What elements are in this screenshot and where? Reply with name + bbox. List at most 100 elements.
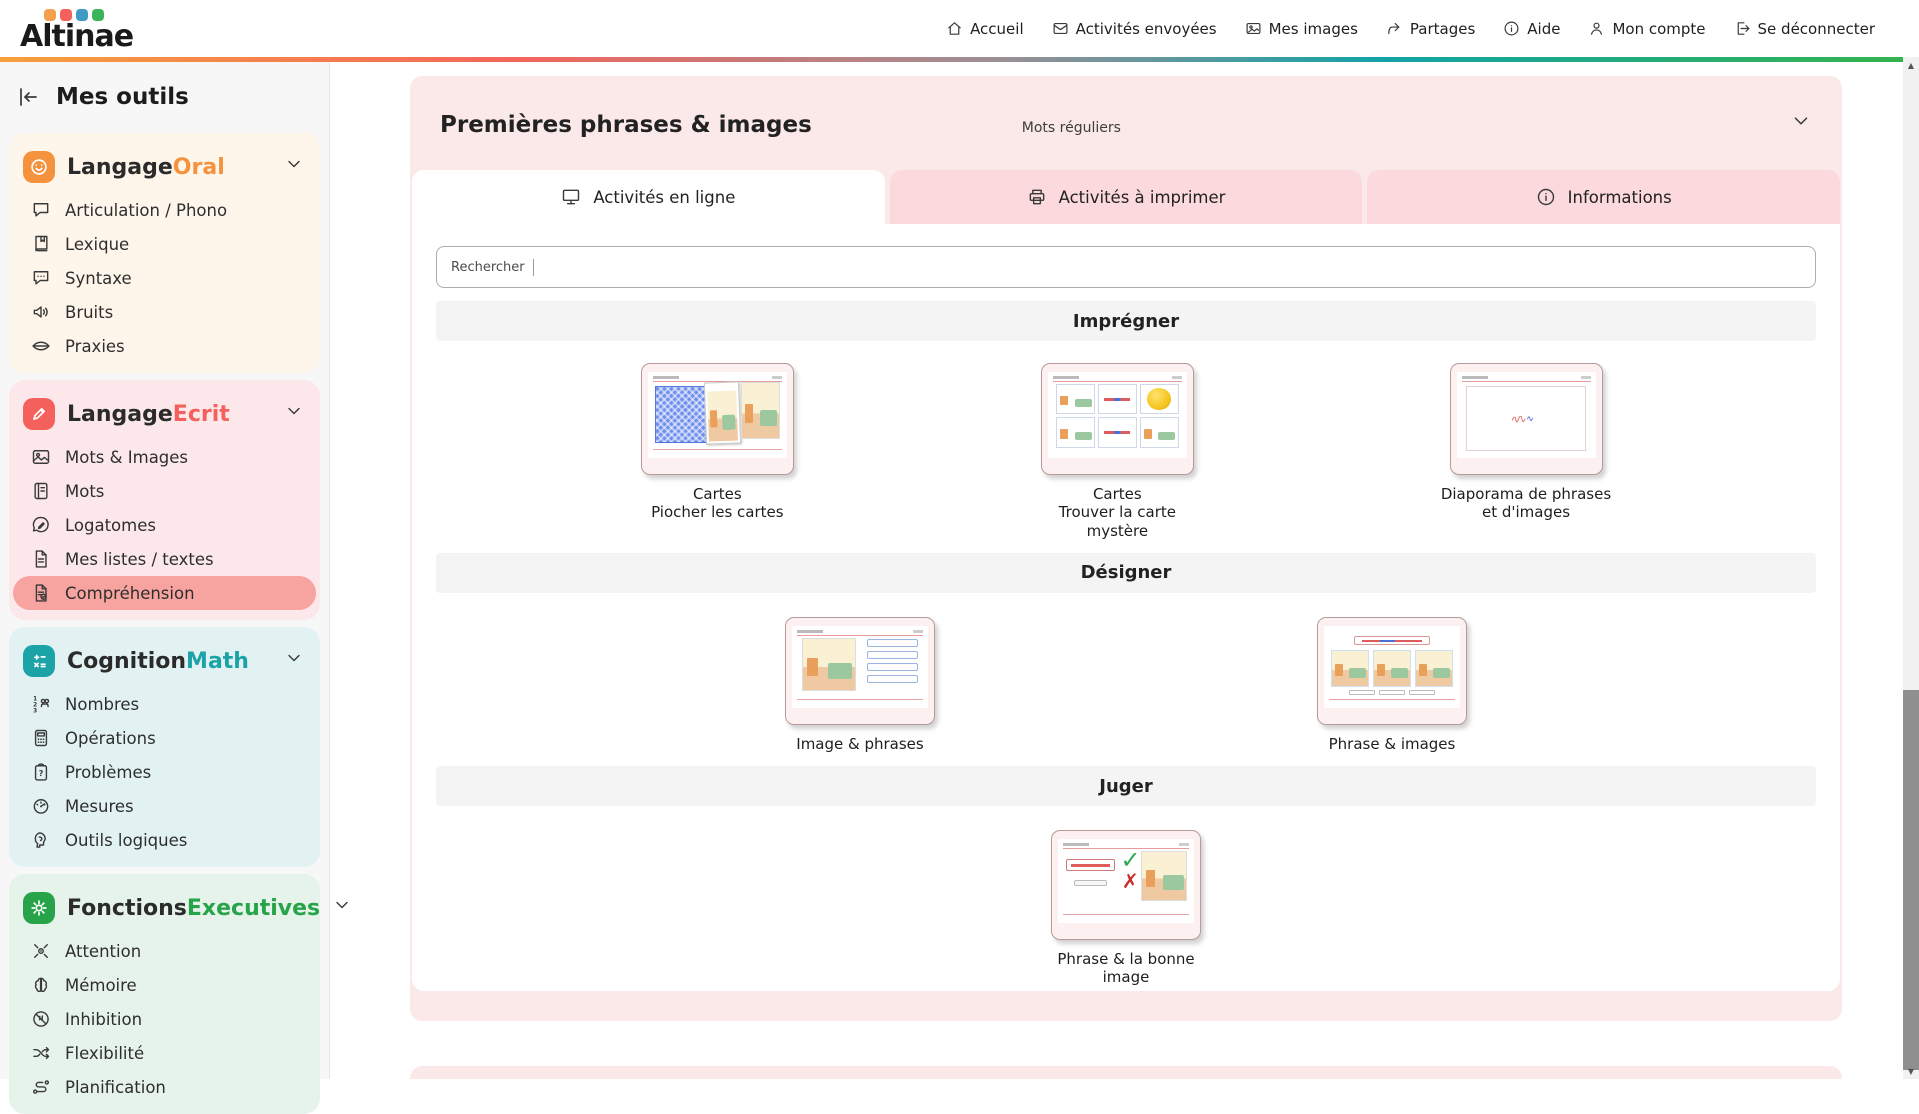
tab-label: Informations bbox=[1568, 188, 1672, 207]
sidebar-item-nombres[interactable]: 123 Nombres bbox=[13, 687, 316, 721]
calculator-icon bbox=[31, 728, 51, 748]
math-operations-icon bbox=[23, 645, 55, 677]
clipboard-question-icon: ? bbox=[31, 762, 51, 782]
sidebar-item-outils-logiques[interactable]: Outils logiques bbox=[13, 823, 316, 857]
user-icon bbox=[1588, 20, 1605, 37]
sidebar-item-syntaxe[interactable]: Syntaxe bbox=[13, 261, 316, 295]
nav-label: Activités envoyées bbox=[1076, 20, 1217, 38]
sidebar-item-problemes[interactable]: ? Problèmes bbox=[13, 755, 316, 789]
activity-card-phrase-bonne-image[interactable]: ✓ ✗ Phrase & la bonne image bbox=[1051, 830, 1201, 987]
logout-icon bbox=[1734, 20, 1751, 37]
chevron-down-icon[interactable] bbox=[284, 154, 304, 180]
section-header-langage-oral[interactable]: LangageOral bbox=[9, 145, 320, 193]
collapse-sidebar-icon[interactable] bbox=[16, 85, 40, 109]
scroll-down-arrow[interactable]: ▼ bbox=[1903, 1063, 1919, 1079]
group-header-designer: Désigner bbox=[436, 553, 1816, 593]
envelope-icon bbox=[1052, 20, 1069, 37]
route-icon bbox=[31, 1077, 51, 1097]
tab-activites-en-ligne[interactable]: Activités en ligne bbox=[412, 170, 885, 224]
activity-card-image-phrases[interactable]: Image & phrases bbox=[785, 617, 935, 753]
sidebar-item-bruits[interactable]: Bruits bbox=[13, 295, 316, 329]
thumb-footer bbox=[1063, 914, 1189, 919]
tab-informations[interactable]: Informations bbox=[1367, 170, 1840, 224]
sidebar-item-attention[interactable]: Attention bbox=[13, 934, 316, 968]
sidebar-item-mots-images[interactable]: Mots & Images bbox=[13, 440, 316, 474]
mini-text-card bbox=[1098, 417, 1137, 447]
card-label: Diaporama de phrases et d'images bbox=[1441, 485, 1611, 522]
page-subtitle: Mots réguliers bbox=[1022, 120, 1121, 136]
nav-aide[interactable]: Aide bbox=[1503, 20, 1560, 38]
chevron-down-icon[interactable] bbox=[332, 895, 352, 921]
sidebar-item-comprehension[interactable]: Compréhension bbox=[13, 576, 316, 610]
nav-activites-envoyees[interactable]: Activités envoyées bbox=[1052, 20, 1217, 38]
chevron-down-icon[interactable] bbox=[284, 648, 304, 674]
page-title: Premières phrases & images bbox=[440, 112, 812, 138]
sidebar-section-langage-ecrit: LangageEcrit Mots & Images Mots Logatome… bbox=[9, 380, 320, 620]
info-circle-icon bbox=[1536, 187, 1556, 207]
nav-partages[interactable]: Partages bbox=[1386, 20, 1475, 38]
section-header-cognition-math[interactable]: CognitionMath bbox=[9, 639, 320, 687]
thumb-slide: ✓ ✗ bbox=[1058, 839, 1194, 923]
text-caret bbox=[533, 259, 534, 276]
sidebar-section-fonctions-executives: FonctionsExecutives Attention Mémoire In… bbox=[9, 874, 320, 1114]
nav-accueil[interactable]: Accueil bbox=[946, 20, 1024, 38]
thumb-header bbox=[1053, 375, 1182, 382]
sidebar-item-label: Mots & Images bbox=[65, 448, 188, 467]
activity-thumbnail bbox=[785, 617, 935, 725]
scroll-up-arrow[interactable]: ▲ bbox=[1903, 57, 1919, 73]
mini-text-card bbox=[1098, 384, 1137, 414]
sidebar-item-articulation-phono[interactable]: Articulation / Phono bbox=[13, 193, 316, 227]
chevron-down-icon[interactable] bbox=[284, 401, 304, 427]
coin-card bbox=[1140, 384, 1179, 414]
activity-card-cartes-mystere[interactable]: Cartes Trouver la carte mystère bbox=[1041, 363, 1194, 540]
cursive-text-decoration bbox=[1502, 413, 1549, 423]
cross-mark-icon: ✗ bbox=[1122, 871, 1139, 891]
thumb-slide bbox=[1048, 372, 1187, 458]
speech-bubble-icon bbox=[31, 200, 51, 220]
mini-button bbox=[1379, 690, 1405, 695]
tab-label: Activités en ligne bbox=[593, 188, 735, 207]
sidebar-item-praxies[interactable]: Praxies bbox=[13, 329, 316, 363]
section-title-prefix: Langage bbox=[67, 155, 173, 180]
nav-se-deconnecter[interactable]: Se déconnecter bbox=[1734, 20, 1875, 38]
sidebar-item-label: Outils logiques bbox=[65, 831, 187, 850]
scrollbar-thumb[interactable] bbox=[1903, 690, 1919, 1070]
page-scrollbar[interactable]: ▲ ▼ bbox=[1903, 57, 1919, 1079]
nav-label: Mes images bbox=[1269, 20, 1358, 38]
activity-card-diaporama[interactable]: Diaporama de phrases et d'images bbox=[1441, 363, 1611, 522]
section-header-langage-ecrit[interactable]: LangageEcrit bbox=[9, 392, 320, 440]
sidebar-item-operations[interactable]: Opérations bbox=[13, 721, 316, 755]
lips-icon bbox=[31, 336, 51, 356]
nav-mes-images[interactable]: Mes images bbox=[1245, 20, 1358, 38]
sidebar-header: Mes outils bbox=[0, 62, 329, 126]
info-icon bbox=[1503, 20, 1520, 37]
nav-label: Partages bbox=[1410, 20, 1475, 38]
activity-card-cartes-piocher[interactable]: Cartes Piocher les cartes bbox=[641, 363, 794, 522]
card-back-pattern bbox=[655, 386, 709, 443]
sidebar-item-lexique[interactable]: Lexique bbox=[13, 227, 316, 261]
section-title-suffix: Ecrit bbox=[173, 402, 230, 427]
sidebar-item-inhibition[interactable]: Inhibition bbox=[13, 1002, 316, 1036]
nav-mon-compte[interactable]: Mon compte bbox=[1588, 20, 1705, 38]
activity-thumbnail bbox=[1317, 617, 1467, 725]
sidebar-item-mesures[interactable]: Mesures bbox=[13, 789, 316, 823]
sidebar-item-mes-listes-textes[interactable]: Mes listes / textes bbox=[13, 542, 316, 576]
mini-scene bbox=[1140, 417, 1179, 447]
sidebar-item-mots[interactable]: Mots bbox=[13, 474, 316, 508]
sidebar-item-logatomes[interactable]: Logatomes bbox=[13, 508, 316, 542]
sidebar-item-planification[interactable]: Planification bbox=[13, 1070, 316, 1104]
sidebar-item-flexibilite[interactable]: Flexibilité bbox=[13, 1036, 316, 1070]
search-input[interactable]: Rechercher bbox=[436, 246, 1816, 288]
section-header-fonctions-executives[interactable]: FonctionsExecutives bbox=[9, 886, 320, 934]
sidebar-item-label: Syntaxe bbox=[65, 269, 132, 288]
thumb-slide bbox=[1324, 626, 1460, 708]
brand-logo[interactable]: Altinae bbox=[20, 5, 133, 52]
activity-card-phrase-images[interactable]: Phrase & images bbox=[1317, 617, 1467, 753]
smiley-icon bbox=[23, 151, 55, 183]
sidebar-item-memoire[interactable]: Mémoire bbox=[13, 968, 316, 1002]
check-mark-icon: ✓ bbox=[1121, 848, 1141, 872]
collapse-panel-chevron-icon[interactable] bbox=[1790, 110, 1812, 136]
tab-content: Rechercher Imprégner Cartes Piocher les … bbox=[412, 224, 1840, 991]
card-row-juger: ✓ ✗ Phrase & la bonne image bbox=[436, 830, 1816, 987]
tab-activites-a-imprimer[interactable]: Activités à imprimer bbox=[890, 170, 1363, 224]
